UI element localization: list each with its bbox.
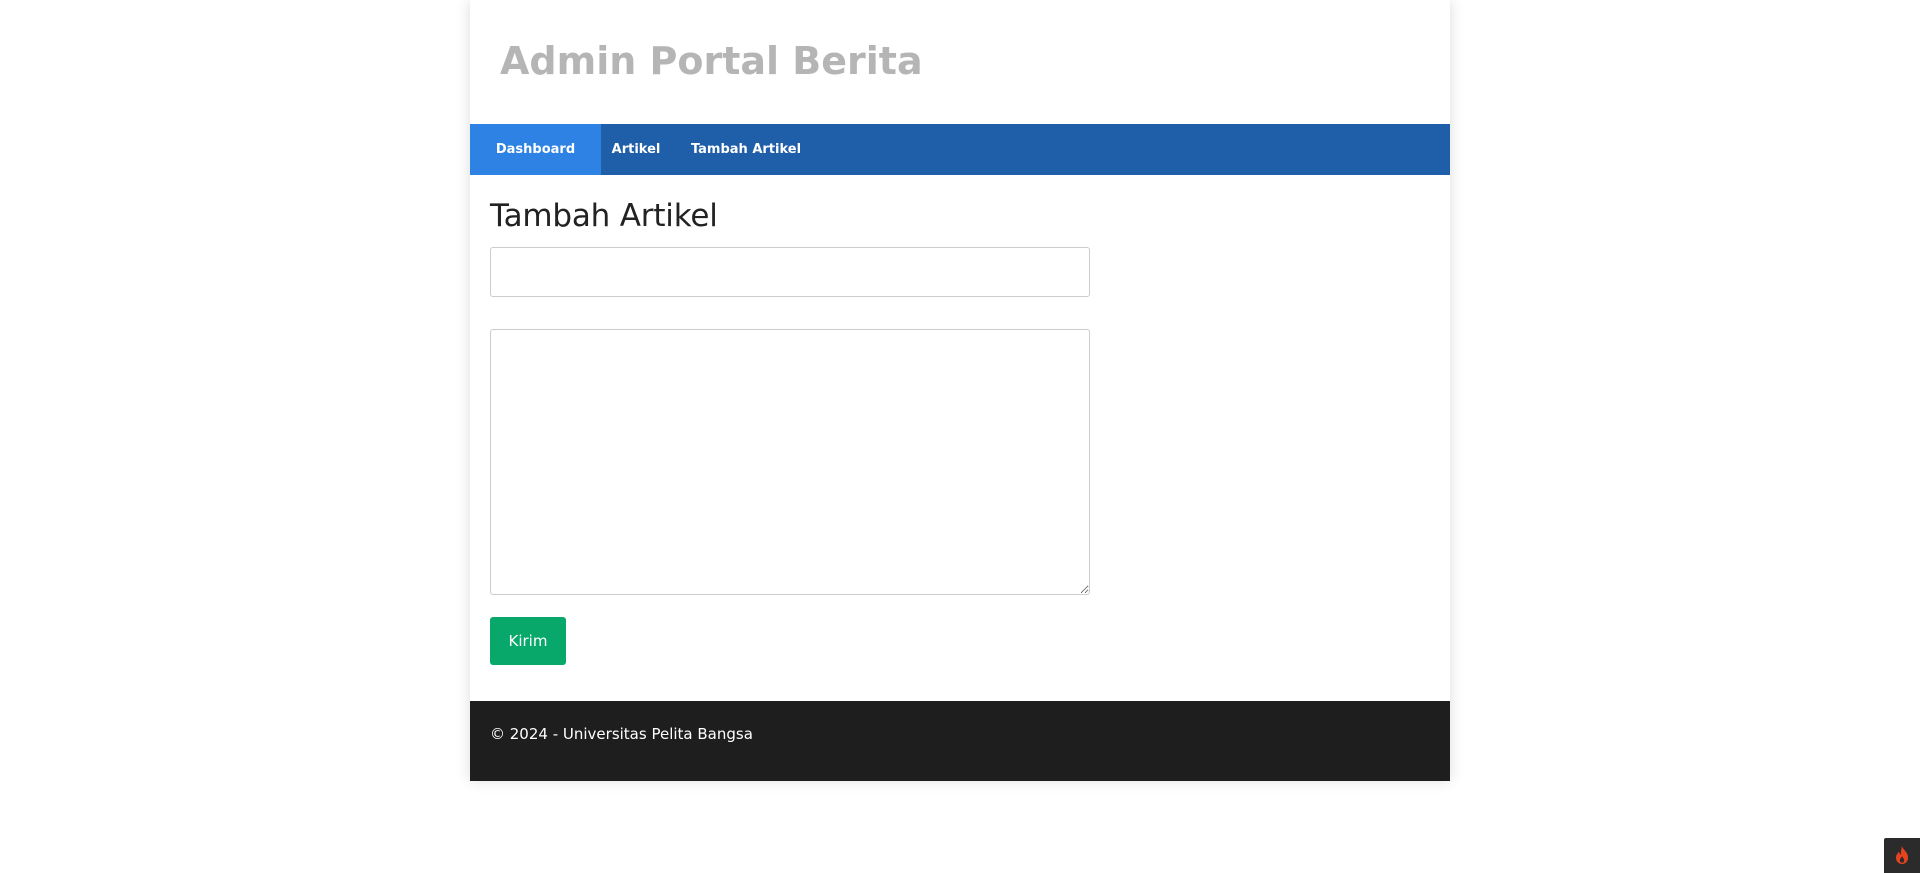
main-navbar: Dashboard Artikel Tambah Artikel [470,124,1450,175]
nav-item-dashboard[interactable]: Dashboard [470,124,601,175]
footer-copyright: © 2024 - Universitas Pelita Bangsa [490,725,753,743]
nav-item-artikel[interactable]: Artikel [601,124,671,175]
content-textarea[interactable] [490,329,1090,595]
debug-toolbar-toggle[interactable] [1884,838,1920,873]
site-title: Admin Portal Berita [500,39,923,83]
site-footer: © 2024 - Universitas Pelita Bangsa [470,701,1450,781]
title-input[interactable] [490,247,1090,297]
submit-button[interactable]: Kirim [490,617,566,665]
nav-item-tambah-artikel[interactable]: Tambah Artikel [671,124,821,175]
flame-icon [1896,846,1908,864]
page-container: Admin Portal Berita Dashboard Artikel Ta… [470,0,1450,781]
page-title: Tambah Artikel [490,198,718,234]
site-header: Admin Portal Berita [470,0,1450,124]
